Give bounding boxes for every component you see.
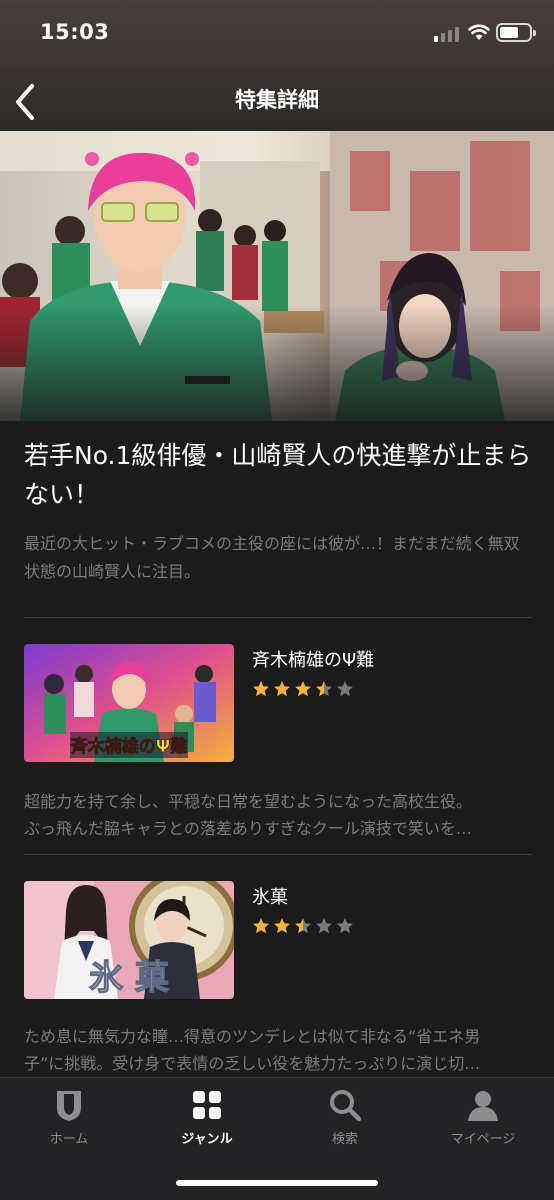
status-time: 15:03 [40, 20, 110, 44]
star-filled-icon [253, 681, 269, 697]
divider [24, 854, 532, 855]
star-half-icon [295, 918, 311, 934]
list-item[interactable]: 斉木楠雄のΨ難 斉木楠雄のΨ難 超能力を持て余し、平穏な日常を望むようになった高… [24, 644, 532, 838]
tab-label: ジャンル [181, 1132, 233, 1147]
feature-title: 若手No.1級俳優・山崎賢人の快進撃が止まらない！ [24, 441, 532, 509]
tab-mypage[interactable]: マイページ [414, 1088, 552, 1158]
user-icon [468, 1091, 498, 1121]
star-filled-icon [253, 918, 269, 934]
wifi-icon [468, 24, 490, 40]
battery-icon [496, 23, 536, 42]
tab-label: ホーム [49, 1132, 89, 1147]
navigation-bar: 特集詳細 [0, 68, 554, 128]
status-bar: 15:03 [0, 0, 554, 60]
item-description-line: ため息に無気力な瞳…得意のツンデレとは似て非なる“省エネ男 [24, 1027, 481, 1046]
star-rating [252, 680, 354, 700]
star-empty-icon [337, 918, 353, 934]
item-description-line: 超能力を持て余し、平穏な日常を望むようになった高校生役。 [24, 792, 473, 811]
star-filled-icon [274, 681, 290, 697]
item-title: 斉木楠雄のΨ難 [252, 650, 375, 671]
star-half-icon [316, 681, 332, 697]
star-empty-icon [337, 681, 353, 697]
star-empty-icon [316, 918, 332, 934]
feature-description: 最近の大ヒット・ラブコメの主役の座には彼が…！まだまだ続く無双状態の山崎賢人に注… [24, 534, 520, 581]
page-title: 特集詳細 [235, 88, 319, 112]
tab-home[interactable]: ホーム [0, 1088, 138, 1158]
list-item[interactable]: 氷 菓 氷菓 ため息に無気力な瞳…得意のツンデレとは似て非なる“省エネ男 子”に… [24, 881, 532, 1073]
item-description-line: ぶっ飛んだ脇キャラとの落差ありすぎなクール演技で笑いを… [24, 819, 472, 838]
star-filled-icon [274, 918, 290, 934]
thumbnail-caption: 斉木楠雄のΨ難 [71, 736, 187, 757]
star-filled-icon [295, 681, 311, 697]
tab-search[interactable]: 検索 [276, 1088, 414, 1158]
search-icon [330, 1090, 362, 1122]
item-description: ため息に無気力な瞳…得意のツンデレとは似て非なる“省エネ男 子”に挑戦。受け身で… [24, 1023, 532, 1077]
tab-label: マイページ [450, 1132, 516, 1147]
item-thumbnail: 氷 菓 [24, 881, 234, 999]
grid-icon [193, 1091, 221, 1119]
star-rating [252, 917, 354, 937]
divider [24, 617, 532, 618]
item-description-line: 子”に挑戦。受け身で表情の乏しい役を魅力たっぷりに演じ切… [24, 1054, 481, 1073]
item-thumbnail: 斉木楠雄のΨ難 [24, 644, 234, 762]
tab-genre[interactable]: ジャンル [138, 1088, 276, 1158]
thumbnail-caption: 氷 菓 [89, 958, 170, 998]
feature-section: 若手No.1級俳優・山崎賢人の快進撃が止まらない！ 最近の大ヒット・ラブコメの主… [24, 436, 532, 586]
tab-label: 検索 [331, 1132, 358, 1147]
home-indicator [176, 1180, 378, 1186]
cellular-signal-icon [434, 26, 460, 42]
item-description: 超能力を持て余し、平穏な日常を望むようになった高校生役。 ぶっ飛んだ脇キャラとの… [24, 788, 532, 842]
feature-hero-image [0, 131, 554, 421]
item-title: 氷菓 [252, 887, 288, 908]
home-shield-icon [57, 1091, 81, 1121]
